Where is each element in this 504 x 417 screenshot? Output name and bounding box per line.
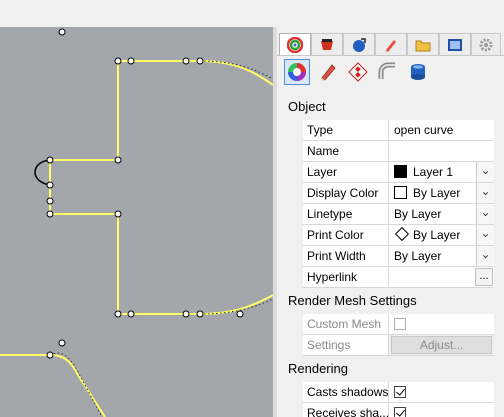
chevron-down-icon[interactable]: ⌄ bbox=[476, 246, 494, 266]
property-label: Type bbox=[303, 120, 389, 141]
print-color-value: By Layer bbox=[413, 228, 461, 242]
pencil-icon bbox=[321, 64, 336, 81]
print-color-dropdown[interactable]: By Layer ⌄ bbox=[389, 225, 494, 246]
hyperlink-field[interactable]: ... bbox=[389, 267, 494, 288]
gear-icon bbox=[479, 38, 493, 51]
arc-segment bbox=[34, 159, 51, 186]
environment-icon bbox=[353, 37, 366, 52]
diamond-icon bbox=[394, 226, 410, 242]
casts-shadows-checkbox[interactable] bbox=[394, 386, 406, 398]
layer-color-swatch bbox=[394, 165, 407, 178]
object-properties-icon bbox=[287, 37, 303, 53]
casts-shadows-value bbox=[389, 382, 494, 403]
property-row-display-color: Display Color By Layer ⌄ bbox=[303, 183, 494, 204]
print-width-dropdown[interactable]: By Layer ⌄ bbox=[389, 246, 494, 267]
property-row-custom-mesh: Custom Mesh bbox=[303, 314, 494, 335]
property-row-settings: Settings Adjust... bbox=[303, 335, 494, 356]
named-views-icon bbox=[448, 38, 462, 51]
property-label: Hyperlink bbox=[303, 267, 389, 288]
control-points[interactable] bbox=[46, 28, 244, 359]
property-row-hyperlink: Hyperlink ... bbox=[303, 267, 494, 288]
display-color-value: By Layer bbox=[413, 186, 461, 200]
section-object-header[interactable]: Object bbox=[288, 99, 326, 114]
property-label: Linetype bbox=[303, 204, 389, 225]
subpage-edit-button[interactable] bbox=[315, 59, 341, 85]
section-rendering-header[interactable]: Rendering bbox=[288, 361, 348, 376]
property-row-type: Type open curve bbox=[303, 120, 494, 141]
subpage-attribute-user-text-button[interactable] bbox=[405, 59, 431, 85]
database-icon bbox=[411, 64, 425, 80]
property-label: Settings bbox=[303, 335, 389, 356]
property-label: Casts shadows bbox=[303, 382, 389, 403]
property-row-print-color: Print Color By Layer ⌄ bbox=[303, 225, 494, 246]
display-color-swatch bbox=[394, 186, 407, 199]
properties-tab-bar bbox=[277, 33, 504, 56]
display-mode-icon bbox=[385, 39, 396, 52]
property-label: Print Width bbox=[303, 246, 389, 267]
curve-dashed-extension bbox=[49, 60, 273, 417]
chevron-down-icon[interactable]: ⌄ bbox=[476, 204, 494, 224]
settings-value: Adjust... bbox=[389, 335, 494, 356]
receives-shadows-checkbox[interactable] bbox=[394, 407, 406, 417]
object-subpage-toolbar bbox=[277, 56, 504, 87]
layers-folder-icon bbox=[415, 40, 431, 51]
tab-named-views[interactable] bbox=[439, 33, 471, 55]
property-label: Display Color bbox=[303, 183, 389, 204]
viewport[interactable] bbox=[0, 27, 273, 417]
viewport-canvas[interactable] bbox=[0, 27, 273, 417]
receives-shadows-value bbox=[389, 403, 494, 417]
selected-curve[interactable] bbox=[0, 60, 273, 417]
property-row-linetype: Linetype By Layer ⌄ bbox=[303, 204, 494, 225]
curve-piping-icon bbox=[378, 62, 395, 79]
property-row-casts-shadows: Casts shadows bbox=[303, 382, 494, 403]
custom-mesh-value bbox=[389, 314, 494, 335]
top-toolbar-strip bbox=[0, 0, 504, 27]
checkmark-icon bbox=[396, 407, 405, 417]
object-color-wheel-icon bbox=[288, 63, 306, 81]
adjust-button[interactable]: Adjust... bbox=[391, 336, 492, 354]
print-width-value: By Layer bbox=[394, 249, 442, 263]
chevron-down-icon[interactable]: ⌄ bbox=[476, 162, 494, 182]
property-row-layer: Layer Layer 1 ⌄ bbox=[303, 162, 494, 183]
type-value: open curve bbox=[389, 120, 494, 141]
custom-mesh-checkbox[interactable] bbox=[394, 318, 406, 330]
property-row-receives-shadows: Receives sha... bbox=[303, 403, 494, 417]
property-label: Custom Mesh bbox=[303, 314, 389, 335]
texture-mapping-icon bbox=[348, 62, 368, 82]
property-label: Layer bbox=[303, 162, 389, 183]
name-field[interactable] bbox=[389, 141, 494, 162]
display-color-dropdown[interactable]: By Layer ⌄ bbox=[389, 183, 494, 204]
tab-layers[interactable] bbox=[407, 33, 439, 55]
property-label: Name bbox=[303, 141, 389, 162]
linetype-dropdown[interactable]: By Layer ⌄ bbox=[389, 204, 494, 225]
layer-dropdown[interactable]: Layer 1 ⌄ bbox=[389, 162, 494, 183]
checkmark-icon bbox=[396, 386, 405, 396]
subpage-object-button[interactable] bbox=[284, 59, 310, 85]
property-label: Print Color bbox=[303, 225, 389, 246]
section-render-mesh-header[interactable]: Render Mesh Settings bbox=[288, 293, 417, 308]
property-label: Receives sha... bbox=[303, 403, 389, 417]
layer-value: Layer 1 bbox=[413, 165, 454, 179]
chevron-down-icon[interactable]: ⌄ bbox=[476, 225, 494, 245]
tab-object-properties[interactable] bbox=[279, 33, 311, 56]
tab-environment[interactable] bbox=[343, 33, 375, 55]
chevron-down-icon[interactable]: ⌄ bbox=[476, 183, 494, 203]
subpage-curve-piping-button[interactable] bbox=[375, 59, 401, 85]
tab-settings[interactable] bbox=[471, 33, 501, 55]
linetype-value: By Layer bbox=[394, 207, 442, 221]
tab-display-mode[interactable] bbox=[375, 33, 407, 55]
hyperlink-browse-button[interactable]: ... bbox=[475, 268, 493, 286]
material-icon bbox=[321, 38, 333, 50]
tab-material[interactable] bbox=[311, 33, 343, 55]
property-row-print-width: Print Width By Layer ⌄ bbox=[303, 246, 494, 267]
subpage-texture-mapping-button[interactable] bbox=[345, 59, 371, 85]
property-row-name: Name bbox=[303, 141, 494, 162]
properties-panel: Object Type open curve Name Layer Layer … bbox=[277, 27, 504, 417]
